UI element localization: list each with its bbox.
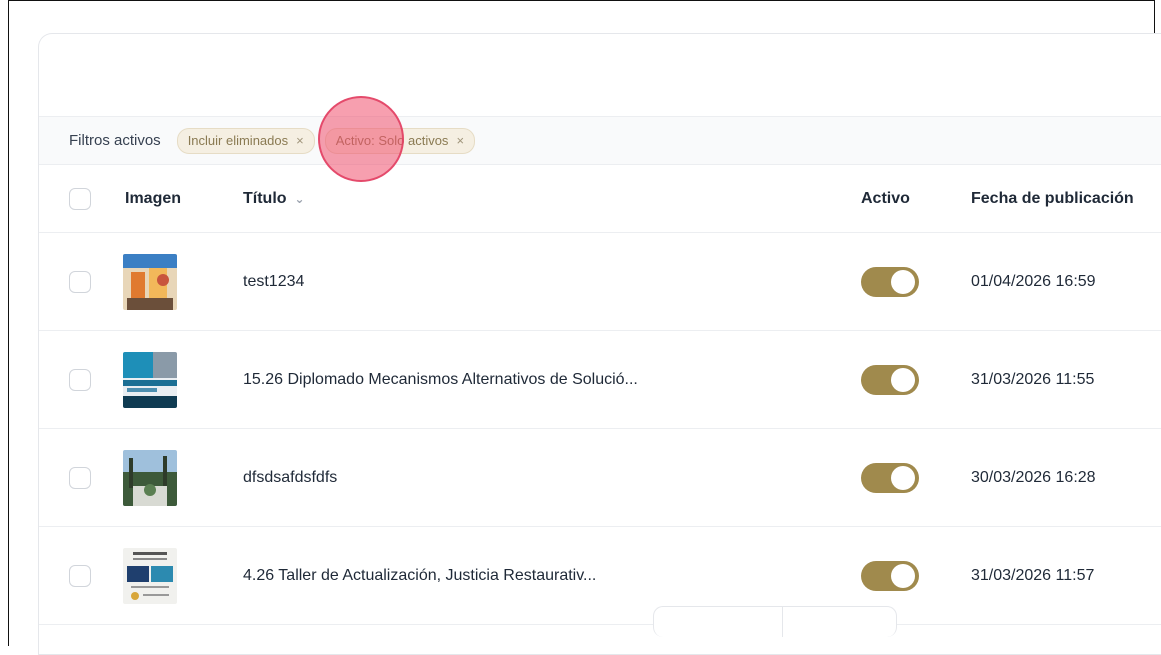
table-header: Imagen Título ⌄ Activo Fecha de publicac… <box>39 166 1161 233</box>
thumbnail-image <box>123 351 177 408</box>
row-active-cell <box>861 233 919 330</box>
active-filters-label: Filtros activos <box>69 132 161 149</box>
table-row[interactable]: 15.26 Diplomado Mecanismos Alternativos … <box>39 331 1161 429</box>
active-filters-bar: Filtros activos Incluir eliminados × Act… <box>39 116 1161 165</box>
column-header-active: Activo <box>861 190 910 207</box>
table-card: Filtros activos Incluir eliminados × Act… <box>38 33 1161 655</box>
row-select-cell <box>69 331 91 428</box>
close-icon[interactable]: × <box>296 133 304 148</box>
column-header-title-label: Título <box>243 190 287 207</box>
select-all-cell <box>69 166 91 232</box>
thumbnail-cell <box>123 429 177 526</box>
active-toggle[interactable] <box>861 560 919 591</box>
filter-chip-include-deleted[interactable]: Incluir eliminados × <box>176 127 315 154</box>
thumbnail-cell <box>123 233 177 330</box>
active-toggle[interactable] <box>861 364 919 395</box>
row-select-cell <box>69 527 91 624</box>
click-indicator <box>318 96 404 182</box>
toggle-knob <box>891 269 915 294</box>
row-checkbox[interactable] <box>69 368 91 391</box>
row-select-cell <box>69 233 91 330</box>
thumbnail-cell <box>123 331 177 428</box>
row-date: 31/03/2026 11:57 <box>971 566 1095 584</box>
row-date: 31/03/2026 11:55 <box>971 370 1095 388</box>
thumbnail-image <box>123 253 177 310</box>
row-checkbox[interactable] <box>69 270 91 293</box>
toggle-knob <box>891 367 915 392</box>
row-date: 01/04/2026 16:59 <box>971 272 1096 290</box>
table-row[interactable]: dfsdsafdsfdfs 30/03/2026 16:28 <box>39 429 1161 527</box>
row-title[interactable]: 15.26 Diplomado Mecanismos Alternativos … <box>243 331 638 428</box>
row-title[interactable]: dfsdsafdsfdfs <box>243 429 337 526</box>
row-active-cell <box>861 429 919 526</box>
row-checkbox[interactable] <box>69 564 91 587</box>
toggle-knob <box>891 465 915 490</box>
row-select-cell <box>69 429 91 526</box>
row-date: 30/03/2026 16:28 <box>971 468 1096 486</box>
active-toggle[interactable] <box>861 266 919 297</box>
pagination-control[interactable] <box>653 606 897 637</box>
row-active-cell <box>861 331 919 428</box>
row-title[interactable]: test1234 <box>243 233 304 330</box>
filter-chip-label: Incluir eliminados <box>187 133 289 148</box>
chevron-down-icon[interactable]: ⌄ <box>295 192 305 206</box>
column-header-title[interactable]: Título ⌄ <box>243 166 305 232</box>
close-icon[interactable]: × <box>456 133 464 148</box>
column-header-image: Imagen <box>125 190 182 207</box>
toggle-knob <box>891 563 915 588</box>
select-all-checkbox[interactable] <box>69 188 91 210</box>
row-title[interactable]: 4.26 Taller de Actualización, Justicia R… <box>243 527 596 624</box>
row-checkbox[interactable] <box>69 466 91 489</box>
thumbnail-image <box>123 449 177 506</box>
thumbnail-image <box>123 547 177 604</box>
thumbnail-cell <box>123 527 177 624</box>
pagination-divider <box>782 607 783 637</box>
column-header-published: Fecha de publicación <box>971 190 1134 207</box>
table-row[interactable]: test1234 01/04/2026 16:59 <box>39 233 1161 331</box>
table-row[interactable]: 4.26 Taller de Actualización, Justicia R… <box>39 527 1161 625</box>
active-toggle[interactable] <box>861 462 919 493</box>
